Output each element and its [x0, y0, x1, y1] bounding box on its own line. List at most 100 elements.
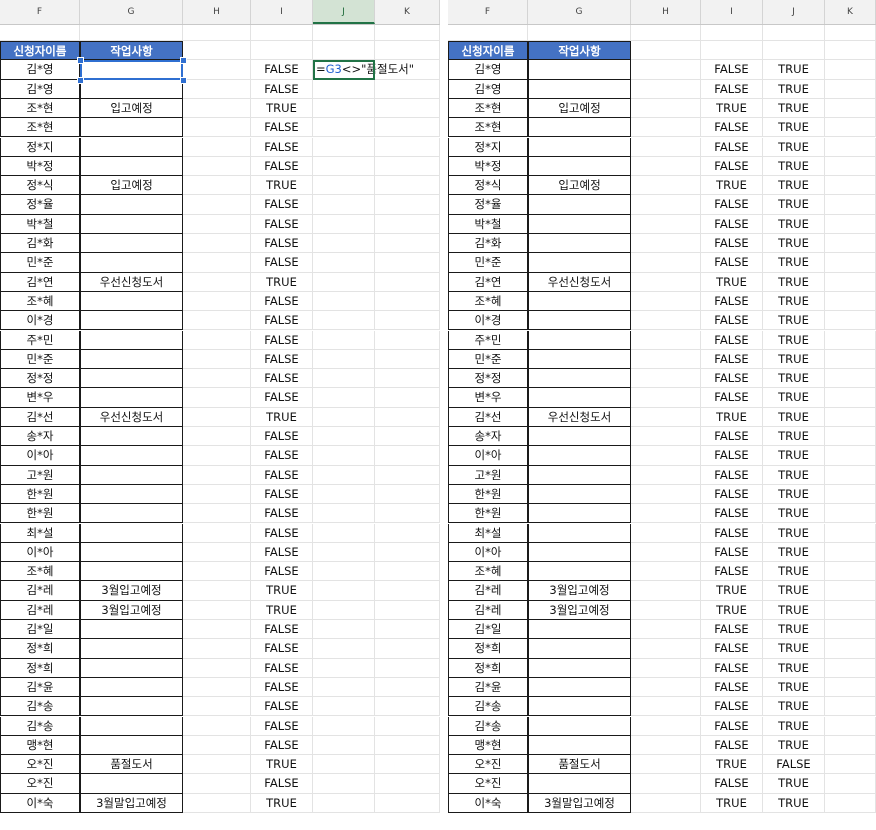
cell[interactable] — [251, 25, 313, 41]
cell[interactable] — [183, 41, 251, 61]
applicant-name-cell[interactable]: 고*원 — [448, 465, 528, 485]
applicant-name-cell[interactable]: 오*진 — [448, 774, 528, 794]
result-cell-j[interactable]: TRUE — [763, 156, 825, 177]
task-cell[interactable]: 3월입고예정 — [528, 581, 631, 601]
result-cell-j[interactable]: TRUE — [763, 311, 825, 331]
cell[interactable] — [313, 735, 375, 756]
result-cell-i[interactable]: FALSE — [701, 311, 763, 331]
cell[interactable] — [183, 25, 251, 41]
cell[interactable] — [825, 195, 876, 215]
task-cell[interactable] — [528, 388, 631, 408]
result-cell-i[interactable]: FALSE — [701, 253, 763, 273]
task-cell[interactable]: 3월입고예정 — [80, 581, 183, 601]
cell[interactable] — [183, 658, 251, 678]
applicant-name-cell[interactable]: 조*현 — [448, 118, 528, 138]
task-cell[interactable] — [80, 195, 183, 215]
task-cell[interactable] — [80, 253, 183, 273]
cell[interactable] — [631, 677, 701, 698]
cell[interactable] — [183, 446, 251, 466]
cell[interactable] — [825, 677, 876, 698]
cell[interactable] — [825, 793, 876, 813]
applicant-name-cell[interactable]: 정*정 — [448, 369, 528, 389]
applicant-name-cell[interactable]: 한*원 — [0, 484, 80, 505]
applicant-name-cell[interactable]: 김*윤 — [448, 677, 528, 698]
cell[interactable] — [375, 465, 440, 485]
result-cell-j[interactable]: TRUE — [763, 793, 825, 813]
task-cell[interactable] — [80, 311, 183, 331]
cell[interactable] — [313, 137, 375, 157]
result-cell-i[interactable]: FALSE — [701, 697, 763, 717]
cell[interactable] — [313, 369, 375, 389]
selection-handle[interactable] — [180, 57, 187, 65]
column-header-h[interactable]: H — [631, 0, 701, 24]
cell[interactable] — [825, 369, 876, 389]
result-cell-i[interactable]: FALSE — [251, 234, 313, 254]
selection-handle[interactable] — [77, 76, 84, 84]
cell[interactable] — [183, 195, 251, 215]
cell[interactable] — [375, 214, 440, 234]
cell[interactable] — [183, 716, 251, 736]
task-cell[interactable]: 입고예정 — [80, 98, 183, 119]
cell[interactable] — [631, 620, 701, 640]
active-cell-g3[interactable] — [80, 60, 183, 80]
cell[interactable] — [825, 735, 876, 756]
applicant-name-cell[interactable]: 맹*현 — [448, 735, 528, 756]
cell[interactable] — [631, 156, 701, 177]
cell[interactable] — [375, 755, 440, 775]
cell[interactable] — [0, 25, 80, 41]
cell[interactable] — [631, 793, 701, 813]
result-cell-i[interactable]: FALSE — [251, 388, 313, 408]
task-cell[interactable] — [528, 523, 631, 543]
cell[interactable] — [313, 465, 375, 485]
applicant-name-cell[interactable]: 최*설 — [448, 523, 528, 543]
cell[interactable] — [825, 774, 876, 794]
cell[interactable] — [631, 716, 701, 736]
cell[interactable] — [825, 620, 876, 640]
applicant-name-cell[interactable]: 정*율 — [448, 195, 528, 215]
cell[interactable] — [631, 330, 701, 350]
cell[interactable] — [313, 25, 375, 41]
result-cell-i[interactable]: FALSE — [251, 369, 313, 389]
column-header-k[interactable]: K — [375, 0, 440, 24]
result-cell-i[interactable]: FALSE — [701, 735, 763, 756]
result-cell-i[interactable]: FALSE — [701, 388, 763, 408]
cell[interactable] — [313, 697, 375, 717]
task-cell[interactable] — [528, 195, 631, 215]
result-cell-i[interactable]: FALSE — [251, 658, 313, 678]
cell[interactable] — [183, 214, 251, 234]
applicant-name-cell[interactable]: 박*철 — [0, 214, 80, 234]
cell[interactable] — [313, 755, 375, 775]
cell[interactable] — [183, 98, 251, 119]
result-cell-j[interactable]: TRUE — [763, 620, 825, 640]
cell[interactable] — [183, 369, 251, 389]
result-cell-j[interactable]: TRUE — [763, 504, 825, 524]
task-cell[interactable] — [528, 79, 631, 99]
cell[interactable] — [313, 658, 375, 678]
result-cell-i[interactable]: FALSE — [251, 677, 313, 698]
task-cell[interactable] — [528, 465, 631, 485]
task-cell[interactable] — [80, 156, 183, 177]
applicant-name-cell[interactable]: 김*윤 — [0, 677, 80, 698]
cell[interactable] — [313, 388, 375, 408]
result-cell-i[interactable]: TRUE — [251, 581, 313, 601]
task-cell[interactable] — [528, 697, 631, 717]
task-cell[interactable]: 3월말입고예정 — [528, 793, 631, 813]
applicant-name-cell[interactable]: 맹*현 — [0, 735, 80, 756]
cell[interactable] — [825, 98, 876, 119]
cell[interactable] — [183, 234, 251, 254]
cell[interactable] — [183, 562, 251, 582]
task-cell[interactable]: 입고예정 — [80, 176, 183, 196]
cell[interactable] — [183, 677, 251, 698]
task-cell[interactable] — [80, 291, 183, 312]
applicant-name-cell[interactable]: 김*송 — [0, 697, 80, 717]
task-cell[interactable] — [528, 60, 631, 80]
task-cell[interactable] — [528, 735, 631, 756]
applicant-name-cell[interactable]: 조*현 — [0, 118, 80, 138]
cell[interactable] — [313, 311, 375, 331]
applicant-name-cell[interactable]: 정*희 — [448, 639, 528, 659]
cell[interactable] — [825, 755, 876, 775]
result-cell-i[interactable]: FALSE — [251, 465, 313, 485]
result-cell-j[interactable]: TRUE — [763, 484, 825, 505]
task-cell[interactable] — [80, 118, 183, 138]
cell[interactable] — [631, 311, 701, 331]
